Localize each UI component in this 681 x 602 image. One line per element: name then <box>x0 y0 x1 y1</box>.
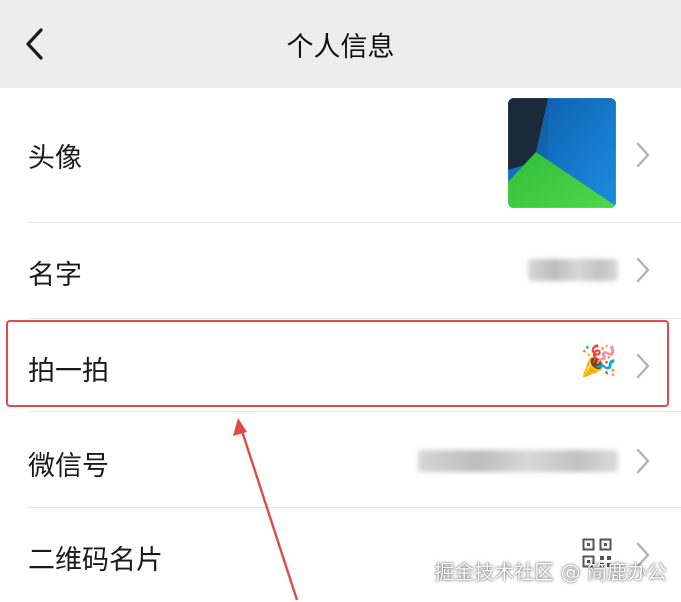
annotation-arrow <box>233 418 299 601</box>
watermark-text: 掘金技术社区 @ 简鹿办公 <box>434 560 667 584</box>
